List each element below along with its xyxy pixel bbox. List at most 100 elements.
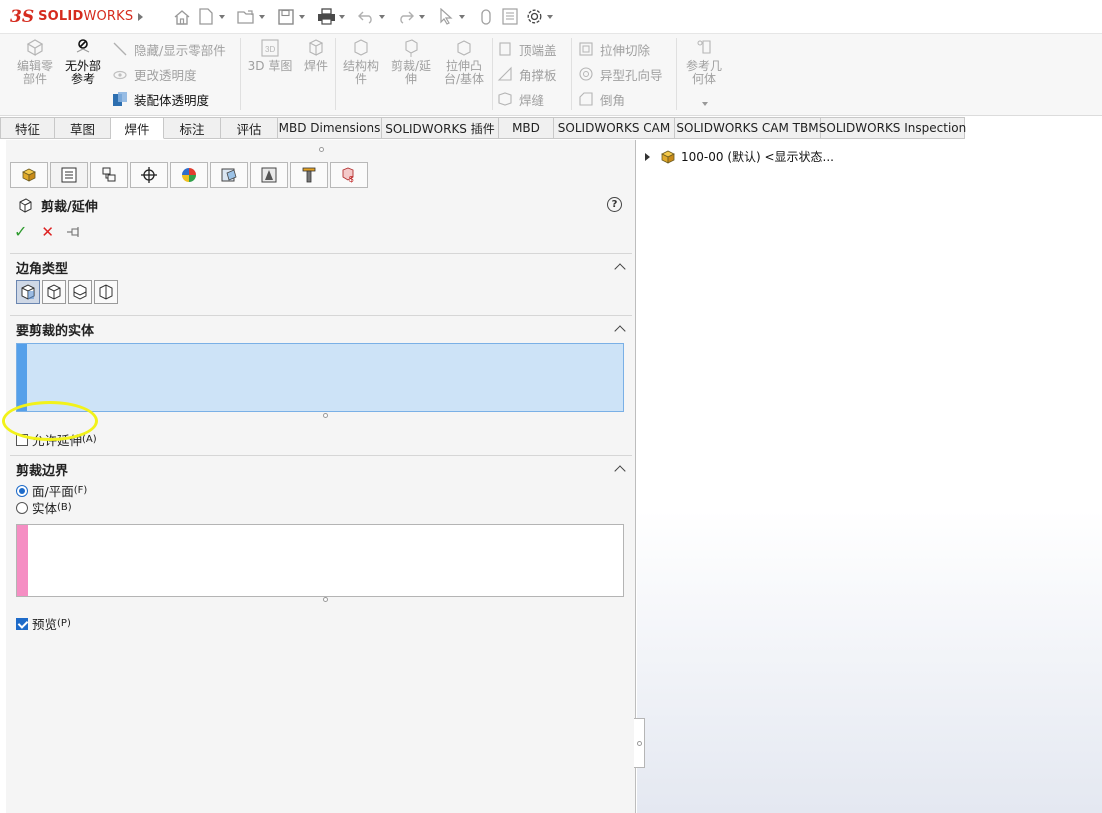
structural-member-button[interactable]: 结构构 件: [340, 38, 382, 86]
face-plane-hotkey: (F): [73, 485, 88, 496]
select-dropdown-icon[interactable]: [459, 14, 465, 19]
reference-geometry-button[interactable]: 参考几 何体: [682, 38, 726, 86]
assembly-transparency-button[interactable]: 装配体透明度: [112, 88, 209, 110]
feature-manager-tab-icon[interactable]: [10, 162, 48, 188]
collapse-caret-icon[interactable]: [614, 325, 626, 337]
face-plane-radio[interactable]: 面/平面 (F): [16, 482, 87, 499]
bodies-to-trim-header[interactable]: 要剪裁的实体: [10, 316, 632, 342]
edit-part-icon: [24, 38, 46, 58]
preview-checkbox[interactable]: 预览 (P): [16, 614, 71, 633]
dimxpert-manager-tab-icon[interactable]: [130, 162, 168, 188]
chamfer-button[interactable]: 倒角: [578, 88, 625, 110]
end-cap-button[interactable]: 顶端盖: [497, 38, 557, 60]
home-icon[interactable]: [171, 6, 193, 28]
end-butt1-icon[interactable]: [68, 280, 92, 304]
save-icon[interactable]: [275, 6, 297, 28]
print-icon[interactable]: [315, 6, 337, 28]
display-manager-tab-icon[interactable]: [170, 162, 208, 188]
menu-expand-icon[interactable]: [138, 12, 143, 21]
pane-top-handle[interactable]: [6, 140, 636, 158]
hole-wizard-icon: [578, 66, 594, 82]
cam-tool-tree-tab-icon[interactable]: [290, 162, 328, 188]
3d-sketch-button[interactable]: 3D 3D 草图: [247, 38, 293, 73]
tab-solidworks-inspection[interactable]: SOLIDWORKS Inspection: [819, 117, 966, 139]
structural-member-label: 结构构 件: [342, 59, 379, 86]
command-manager-tabs: 特征 草图 焊件 标注 评估 MBD Dimensions SOLIDWORKS…: [0, 117, 966, 139]
selection-box-resize-handle[interactable]: [323, 413, 328, 418]
rebuild-icon[interactable]: [475, 6, 497, 28]
trim-extend-button[interactable]: 剪裁/延 伸: [388, 38, 434, 86]
no-external-references-button[interactable]: 无外部 参考: [60, 38, 106, 86]
hide-show-components-button[interactable]: 隐藏/显示零部件: [112, 38, 226, 60]
redo-dropdown-icon[interactable]: [419, 14, 425, 19]
configuration-manager-tab-icon[interactable]: [90, 162, 128, 188]
selection-box-resize-handle[interactable]: [323, 597, 328, 602]
flyout-feature-tree-item[interactable]: 100-00 (默认) <显示状态...: [645, 148, 834, 165]
hide-show-label: 隐藏/显示零部件: [134, 42, 226, 58]
ribbon-separator: [240, 38, 241, 110]
collapse-caret-icon[interactable]: [614, 263, 626, 275]
bodies-radio-button[interactable]: [16, 501, 28, 514]
tab-mbd-dimensions[interactable]: MBD Dimensions: [278, 117, 382, 139]
select-cursor-icon[interactable]: [435, 6, 457, 28]
reference-geometry-dropdown-icon[interactable]: [702, 102, 708, 106]
new-document-icon[interactable]: [195, 6, 217, 28]
extruded-boss-button[interactable]: 拉伸凸 台/基体: [440, 38, 488, 86]
tab-mbd[interactable]: MBD: [499, 117, 554, 139]
tab-solidworks-cam-tbm[interactable]: SOLIDWORKS CAM TBM: [675, 117, 821, 139]
tab-features[interactable]: 特征: [0, 117, 55, 139]
reference-geometry-label: 参考几 何体: [685, 59, 722, 86]
edit-part-button[interactable]: 编辑零 部件: [12, 38, 58, 86]
gusset-button[interactable]: 角撑板: [497, 63, 557, 85]
cam-feature-tree-tab-icon[interactable]: [210, 162, 248, 188]
options-dropdown-icon[interactable]: [547, 14, 553, 19]
bodies-radio[interactable]: 实体 (B): [16, 499, 72, 516]
undo-dropdown-icon[interactable]: [379, 14, 385, 19]
ok-check-icon[interactable]: ✓: [14, 222, 27, 241]
tab-solidworks-cam[interactable]: SOLIDWORKS CAM: [554, 117, 675, 139]
cam-nc-manager-tab-icon[interactable]: $: [330, 162, 368, 188]
file-properties-icon[interactable]: [499, 6, 521, 28]
collapse-caret-icon[interactable]: [614, 465, 626, 477]
change-transparency-button[interactable]: 更改透明度: [112, 63, 197, 85]
weldments-button[interactable]: 焊件: [298, 38, 334, 73]
cam-operation-tree-tab-icon[interactable]: [250, 162, 288, 188]
expand-arrow-icon[interactable]: [645, 152, 650, 161]
trim-boundary-header[interactable]: 剪裁边界: [10, 456, 632, 482]
solidworks-logo[interactable]: 3S SOLIDWORKS: [10, 7, 133, 27]
graphics-area[interactable]: 100-00 (默认) <显示状态...: [637, 140, 1102, 813]
preview-checkbox-box[interactable]: [16, 617, 28, 630]
end-miter-icon[interactable]: [42, 280, 66, 304]
tab-sketch[interactable]: 草图: [55, 117, 111, 139]
pushpin-icon[interactable]: [66, 226, 82, 238]
open-folder-icon[interactable]: [235, 6, 257, 28]
undo-icon[interactable]: [355, 6, 377, 28]
tab-solidworks-addins[interactable]: SOLIDWORKS 插件: [382, 117, 499, 139]
redo-icon[interactable]: [395, 6, 417, 28]
tab-markup[interactable]: 标注: [164, 117, 221, 139]
save-dropdown-icon[interactable]: [299, 14, 305, 19]
title-bar: 3S SOLIDWORKS: [0, 0, 1102, 34]
pane-splitter-handle[interactable]: [634, 718, 645, 768]
end-butt2-icon[interactable]: [94, 280, 118, 304]
new-dropdown-icon[interactable]: [219, 14, 225, 19]
open-dropdown-icon[interactable]: [259, 14, 265, 19]
gusset-label: 角撑板: [519, 67, 557, 83]
help-icon[interactable]: ?: [607, 197, 622, 212]
tab-weldments[interactable]: 焊件: [111, 117, 164, 139]
bodies-to-trim-selection-box[interactable]: [16, 343, 624, 412]
property-manager-tab-icon[interactable]: [50, 162, 88, 188]
face-plane-radio-button[interactable]: [16, 484, 28, 497]
trim-boundary-selection-box[interactable]: [16, 524, 624, 597]
end-trim-icon[interactable]: [16, 280, 40, 304]
cancel-x-icon[interactable]: ✕: [41, 223, 54, 241]
print-dropdown-icon[interactable]: [339, 14, 345, 19]
hole-wizard-button[interactable]: 异型孔向导: [578, 63, 663, 85]
weld-bead-button[interactable]: 焊缝: [497, 88, 544, 110]
preview-label: 预览: [32, 617, 58, 632]
tab-evaluate[interactable]: 评估: [221, 117, 278, 139]
3d-sketch-icon: 3D: [259, 38, 281, 58]
extruded-cut-button[interactable]: 拉伸切除: [578, 38, 650, 60]
options-gear-icon[interactable]: [523, 6, 545, 28]
corner-type-header[interactable]: 边角类型: [10, 254, 632, 280]
